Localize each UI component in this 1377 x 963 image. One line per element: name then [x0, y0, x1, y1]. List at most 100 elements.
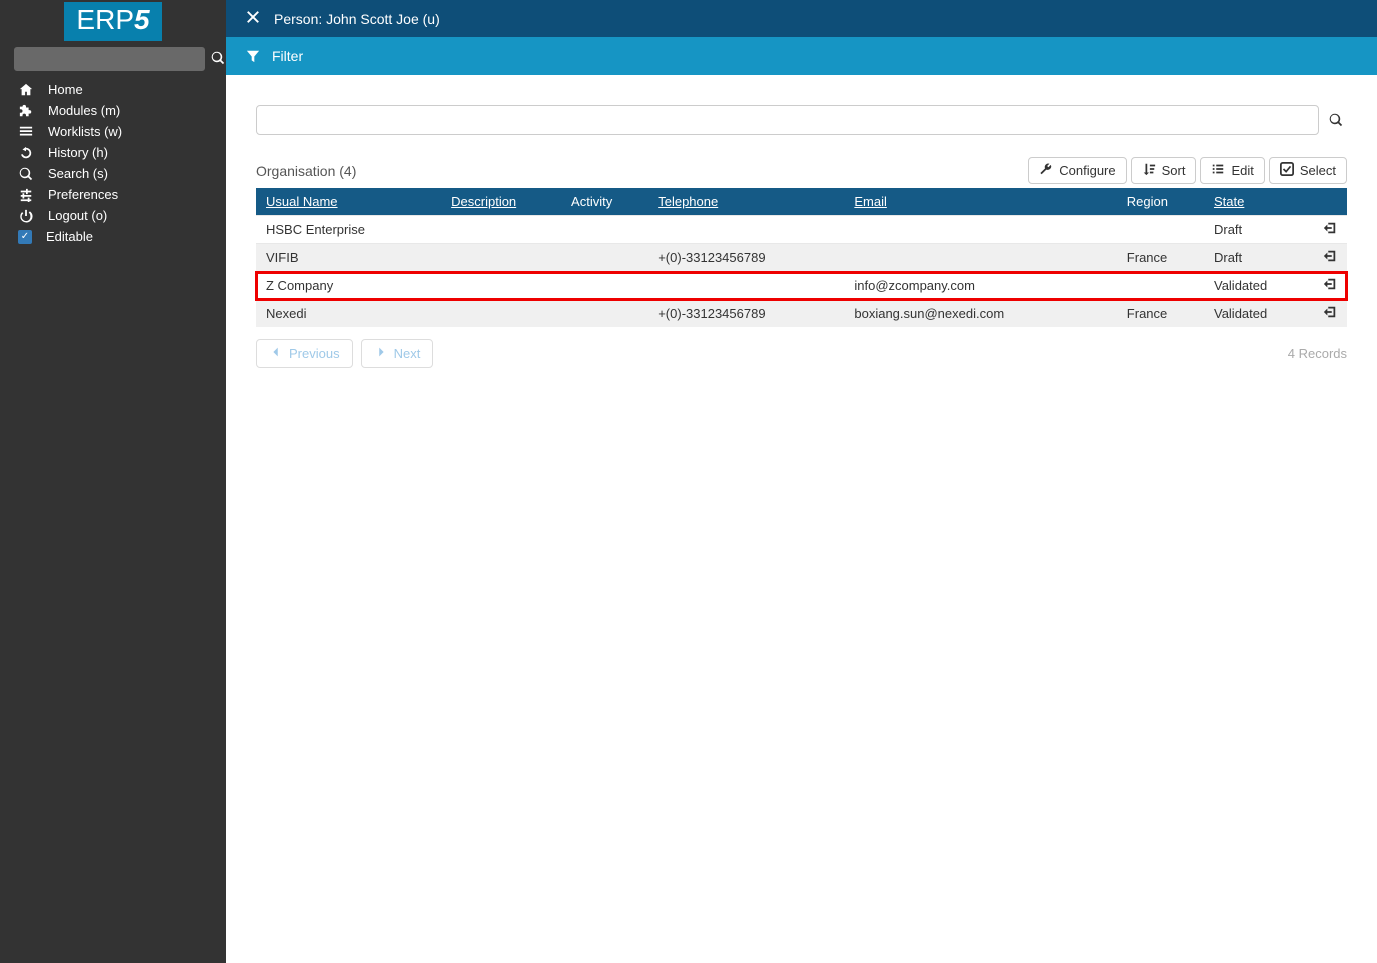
nav-item-list[interactable]: Worklists (w): [0, 121, 226, 142]
column-header: Region: [1117, 188, 1204, 216]
cell-state: Draft: [1204, 216, 1313, 244]
list-icon: [18, 125, 34, 139]
cell-activity: [561, 244, 648, 272]
filter-icon: [246, 49, 260, 63]
previous-button[interactable]: Previous: [256, 339, 353, 368]
next-label: Next: [394, 346, 421, 361]
data-table: Usual NameDescriptionActivityTelephoneEm…: [256, 188, 1347, 327]
row-action[interactable]: [1313, 216, 1347, 244]
nav-label: Logout (o): [48, 208, 107, 223]
nav-label: Search (s): [48, 166, 108, 181]
cell-description: [441, 216, 561, 244]
table-row[interactable]: HSBC Enterprise Draft: [256, 216, 1347, 244]
row-action[interactable]: [1313, 272, 1347, 300]
puzzle-icon: [18, 104, 34, 118]
select-button[interactable]: Select: [1269, 157, 1347, 184]
nav-item-puzzle[interactable]: Modules (m): [0, 100, 226, 121]
login-icon: [1323, 307, 1337, 322]
logo-text: ERP: [76, 4, 134, 35]
close-icon[interactable]: [246, 10, 260, 27]
power-icon: [18, 209, 34, 223]
nav-label: Home: [48, 82, 83, 97]
cell-region: France: [1117, 300, 1204, 328]
nav-item-power[interactable]: Logout (o): [0, 205, 226, 226]
row-action[interactable]: [1313, 244, 1347, 272]
cell-state: Draft: [1204, 244, 1313, 272]
cell-telephone: +(0)-33123456789: [648, 244, 844, 272]
configure-button[interactable]: Configure: [1028, 157, 1126, 184]
nav-item-search[interactable]: Search (s): [0, 163, 226, 184]
logo-suffix: 5: [134, 4, 150, 35]
cell-region: [1117, 216, 1204, 244]
cell-telephone: +(0)-33123456789: [648, 300, 844, 328]
cell-usual-name: HSBC Enterprise: [256, 216, 441, 244]
cell-region: [1117, 272, 1204, 300]
content-search-input[interactable]: [256, 105, 1319, 135]
list-icon: [1211, 162, 1225, 179]
cell-telephone: [648, 272, 844, 300]
cell-activity: [561, 300, 648, 328]
sort-icon: [1142, 162, 1156, 179]
select-label: Select: [1300, 163, 1336, 178]
edit-label: Edit: [1231, 163, 1253, 178]
sidebar-search-input[interactable]: [14, 47, 205, 71]
search-icon: [18, 167, 34, 181]
cell-region: France: [1117, 244, 1204, 272]
cell-email: boxiang.sun@nexedi.com: [844, 300, 1116, 328]
login-icon: [1323, 223, 1337, 238]
main: Person: John Scott Joe (u) Filter Organi…: [226, 0, 1377, 963]
nav-label: Worklists (w): [48, 124, 122, 139]
cell-usual-name: Z Company: [256, 272, 441, 300]
cell-usual-name: Nexedi: [256, 300, 441, 328]
cell-activity: [561, 216, 648, 244]
search-icon[interactable]: [211, 51, 225, 68]
cell-email: info@zcompany.com: [844, 272, 1116, 300]
history-icon: [18, 146, 34, 160]
nav-label: History (h): [48, 145, 108, 160]
editable-checkbox[interactable]: ✓: [18, 230, 32, 244]
nav-item-history[interactable]: History (h): [0, 142, 226, 163]
filter-bar[interactable]: Filter: [226, 37, 1377, 75]
nav-list: Home Modules (m) Worklists (w) History (h) S…: [0, 75, 226, 251]
table-row[interactable]: Z Company info@zcompany.com Validated: [256, 272, 1347, 300]
previous-label: Previous: [289, 346, 340, 361]
nav-label: Preferences: [48, 187, 118, 202]
column-header[interactable]: State: [1204, 188, 1313, 216]
sort-button[interactable]: Sort: [1131, 157, 1197, 184]
column-header[interactable]: Telephone: [648, 188, 844, 216]
login-icon: [1323, 279, 1337, 294]
pager: Previous Next: [256, 339, 433, 368]
sort-label: Sort: [1162, 163, 1186, 178]
cell-activity: [561, 272, 648, 300]
cell-email: [844, 244, 1116, 272]
login-icon: [1323, 251, 1337, 266]
nav-item-sliders[interactable]: Preferences: [0, 184, 226, 205]
table-row[interactable]: VIFIB +(0)-33123456789 FranceDraft: [256, 244, 1347, 272]
caret-right-icon: [374, 345, 388, 362]
table-row[interactable]: Nexedi +(0)-33123456789boxiang.sun@nexedi…: [256, 300, 1347, 328]
column-header[interactable]: Description: [441, 188, 561, 216]
cell-email: [844, 216, 1116, 244]
editable-label: Editable: [46, 229, 93, 244]
wrench-icon: [1039, 162, 1053, 179]
cell-description: [441, 300, 561, 328]
home-icon: [18, 83, 34, 97]
column-header[interactable]: Email: [844, 188, 1116, 216]
sidebar-search: [0, 43, 226, 75]
cell-usual-name: VIFIB: [256, 244, 441, 272]
row-action[interactable]: [1313, 300, 1347, 328]
column-header[interactable]: Usual Name: [256, 188, 441, 216]
search-icon[interactable]: [1325, 105, 1347, 135]
cell-state: Validated: [1204, 272, 1313, 300]
nav-item-editable[interactable]: ✓ Editable: [0, 226, 226, 247]
next-button[interactable]: Next: [361, 339, 434, 368]
column-header: Activity: [561, 188, 648, 216]
configure-label: Configure: [1059, 163, 1115, 178]
edit-button[interactable]: Edit: [1200, 157, 1264, 184]
table-actions: Configure Sort Edit Select: [1028, 157, 1347, 184]
nav-label: Modules (m): [48, 103, 120, 118]
logo[interactable]: ERP5: [0, 0, 226, 43]
nav-item-home[interactable]: Home: [0, 79, 226, 100]
filter-label: Filter: [272, 48, 303, 64]
table-title: Organisation (4): [256, 163, 356, 179]
